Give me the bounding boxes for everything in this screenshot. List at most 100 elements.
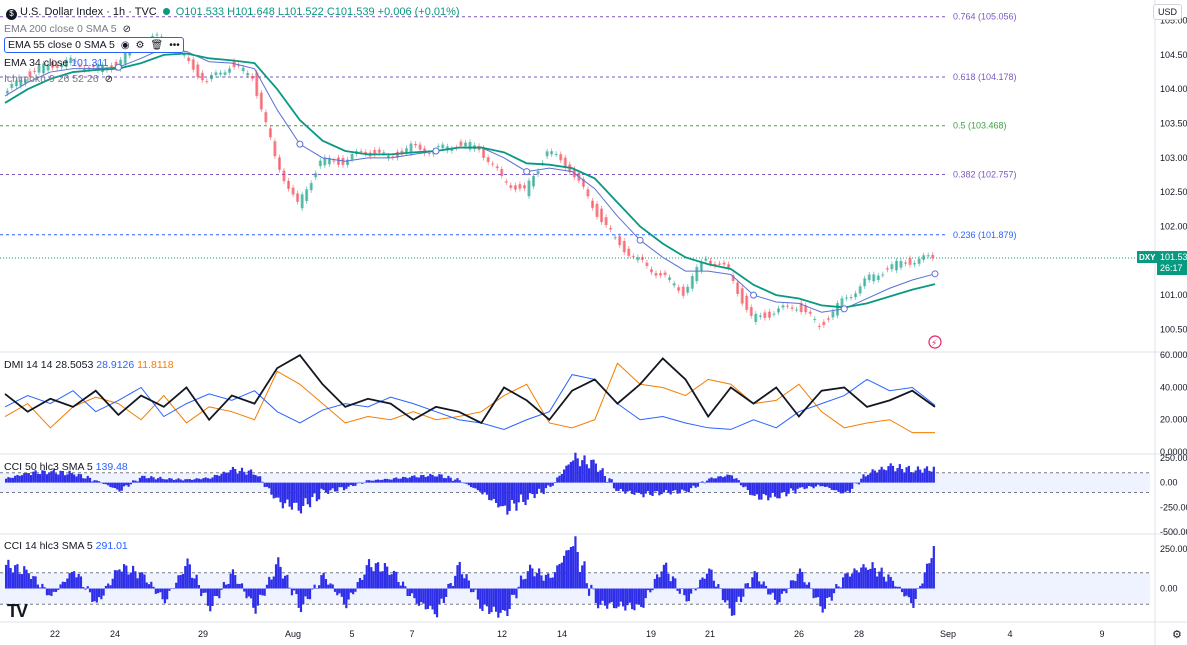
candle-body	[414, 143, 418, 146]
symbol-legend[interactable]: $ U.S. Dollar Index · 1h · TVC O101.533 H1…	[6, 5, 460, 20]
cci50-bar	[758, 482, 761, 500]
candle-body	[894, 260, 898, 271]
axis-settings-icon[interactable]: ⚙	[1172, 628, 1182, 641]
cci14-legend[interactable]: CCI 14 hlc3 SMA 5 291.01	[4, 539, 128, 553]
delete-icon[interactable]: 🗑	[151, 39, 164, 53]
cci50-bar	[556, 477, 559, 483]
cci14-bar	[862, 564, 865, 589]
cci50-bar	[615, 482, 618, 491]
candle-body	[609, 227, 613, 230]
cci50-bar	[876, 472, 879, 483]
cci50-bar	[789, 482, 793, 489]
ema34-legend[interactable]: EMA 34 close 101.311	[4, 56, 108, 70]
cci50-bar	[885, 470, 888, 483]
candle-body	[904, 262, 908, 264]
cci14-bar	[823, 588, 827, 609]
cci14-bar	[129, 572, 132, 589]
fib-level-label: 0.382 (102.757)	[953, 170, 1017, 180]
cci14-bar	[200, 588, 203, 597]
cci14-bar	[653, 578, 656, 589]
cci14-bar	[86, 586, 89, 589]
cci14-bar	[494, 588, 498, 612]
cci14-bar	[560, 562, 563, 589]
time-axis-label: 7	[409, 629, 414, 639]
hidden-eye-icon[interactable]: ⊘	[105, 73, 113, 87]
cci50-legend[interactable]: CCI 50 hlc3 SMA 5 139.48	[4, 460, 128, 474]
cci14-bar	[48, 588, 51, 596]
cci50-bar	[583, 455, 586, 483]
dmi-adx-value: 28.5053	[55, 359, 94, 371]
settings-icon[interactable]: ⚙	[136, 39, 145, 53]
cci50-bar	[154, 479, 157, 483]
cci50-bar	[737, 480, 740, 483]
cci50-bar	[229, 469, 232, 483]
cci14-bar	[662, 564, 666, 589]
candle-body	[795, 309, 799, 311]
cci14-bar	[356, 582, 359, 589]
cci14-bar	[891, 580, 895, 589]
cci50-bar	[156, 478, 160, 483]
cci14-bar	[238, 584, 241, 589]
ema200-legend[interactable]: EMA 200 close 0 SMA 5 ⊘	[4, 22, 131, 37]
cci50-bar	[669, 482, 672, 495]
cci14-bar	[406, 588, 409, 597]
cci50-bar	[658, 482, 661, 496]
cci50-bar	[925, 466, 929, 483]
cci50-bar	[497, 482, 500, 508]
cci50-bar	[780, 482, 783, 493]
candle-body	[382, 152, 386, 154]
cci14-bar	[844, 573, 847, 589]
candle-body	[495, 166, 499, 169]
cci14-bar	[272, 576, 275, 589]
cci14-bar	[710, 569, 713, 589]
eye-icon[interactable]: ◉	[121, 39, 130, 53]
candle-body	[214, 72, 218, 76]
cci50-bar	[404, 477, 407, 483]
cci50-bar	[168, 478, 171, 483]
ichimoku-legend[interactable]: Ichimoku 9 26 52 26 ⊘	[4, 72, 113, 87]
chart-canvas[interactable]: 105.00104.50104.00103.50103.00102.50102.…	[0, 0, 1187, 645]
cci14-bar	[733, 588, 736, 616]
dmi-legend[interactable]: DMI 14 14 28.5053 28.9126 11.8118	[4, 358, 174, 372]
cci14-bar	[578, 571, 582, 589]
cci50-bar	[653, 482, 656, 492]
symbol-title[interactable]: U.S. Dollar Index · 1h · TVC	[20, 6, 157, 18]
cci14-bar	[674, 578, 677, 589]
candle-body	[686, 286, 690, 293]
cci50-bar	[567, 464, 570, 483]
ema55-legend[interactable]: EMA 55 close 0 SMA 5 ◉ ⚙ 🗑 •••	[4, 37, 184, 53]
candle-body	[296, 193, 300, 202]
candle-body	[913, 263, 917, 265]
cci14-bar	[365, 565, 368, 589]
more-icon[interactable]: •••	[169, 39, 180, 53]
cci50-bar	[70, 473, 73, 483]
cci50-bar	[812, 482, 815, 489]
candle-body	[890, 264, 894, 270]
candle-body	[645, 262, 649, 266]
cci50-bar	[243, 471, 246, 483]
cci50-bar	[304, 482, 307, 499]
cci14-bar	[769, 588, 772, 595]
cci14-bar	[592, 588, 595, 590]
cci14-bar	[848, 576, 852, 589]
cci50-bar	[646, 482, 650, 492]
time-axis-label: Sep	[940, 629, 956, 639]
ema55-label: EMA 55 close 0 SMA 5	[8, 39, 115, 51]
cci50-bar	[279, 482, 282, 503]
cci14-bar	[381, 571, 384, 589]
cci50-bar	[406, 478, 409, 483]
cci50-bar	[172, 480, 176, 483]
currency-button[interactable]: USD	[1152, 4, 1182, 20]
hidden-eye-icon[interactable]: ⊘	[123, 23, 131, 37]
cci14-bar	[678, 588, 681, 594]
fib-level-label: 0.236 (101.879)	[953, 230, 1017, 240]
cci50-bar	[728, 474, 731, 483]
cci14-bar	[286, 574, 289, 589]
cci50-bar	[247, 470, 250, 483]
candle-body	[527, 180, 531, 197]
cci14-bar	[812, 588, 815, 599]
cci14-bar	[563, 555, 566, 589]
cci50-bar	[606, 481, 609, 483]
candle-body	[404, 148, 408, 153]
candle-body	[287, 180, 291, 189]
